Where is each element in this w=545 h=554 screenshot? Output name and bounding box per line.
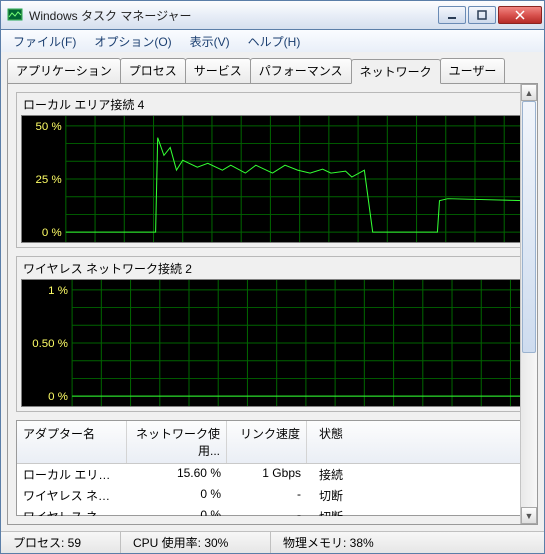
window-controls	[438, 6, 542, 24]
cell-state: 切断	[307, 485, 528, 506]
cell-util: 15.60 %	[127, 464, 227, 485]
status-cpu: CPU 使用率: 30%	[121, 532, 271, 553]
trace-lan	[66, 138, 523, 233]
scrollbar-vertical[interactable]: ▲ ▼	[520, 84, 537, 524]
graph-group-wifi: ワイヤレス ネットワーク接続 2 1 % 0.50 % 0 %	[16, 256, 529, 412]
ytick: 0.50 %	[32, 338, 68, 350]
scroll-track[interactable]	[521, 101, 537, 507]
cell-name: ローカル エリア接...	[17, 464, 127, 485]
minimize-button[interactable]	[438, 6, 466, 24]
col-util[interactable]: ネットワーク使用...	[127, 421, 227, 463]
adapter-listview[interactable]: アダプター名 ネットワーク使用... リンク速度 状態 ローカル エリア接...…	[16, 420, 529, 516]
cell-state: 接続	[307, 464, 528, 485]
ytick: 0 %	[42, 227, 62, 239]
titlebar: Windows タスク マネージャー	[0, 0, 545, 30]
tab-applications[interactable]: アプリケーション	[7, 58, 121, 83]
graph-lan: 50 % 25 % 0 %	[21, 115, 524, 243]
tab-users[interactable]: ユーザー	[440, 58, 506, 83]
status-processes: プロセス: 59	[1, 532, 121, 553]
table-row[interactable]: ワイヤレス ネット... 0 % - 切断	[17, 506, 528, 516]
graph-wifi: 1 % 0.50 % 0 %	[21, 279, 524, 407]
status-mem: 物理メモリ: 38%	[271, 532, 544, 553]
lv-body: ローカル エリア接... 15.60 % 1 Gbps 接続 ワイヤレス ネット…	[17, 464, 528, 516]
lv-header: アダプター名 ネットワーク使用... リンク速度 状態	[17, 421, 528, 464]
tab-row: アプリケーション プロセス サービス パフォーマンス ネットワーク ユーザー	[1, 52, 544, 83]
cell-state: 切断	[307, 506, 528, 516]
graph-group-lan: ローカル エリア接続 4 50 % 25 % 0 %	[16, 92, 529, 248]
app-icon	[7, 7, 23, 23]
statusbar: プロセス: 59 CPU 使用率: 30% 物理メモリ: 38%	[1, 531, 544, 553]
graph-title-lan: ローカル エリア接続 4	[23, 96, 524, 113]
menu-view[interactable]: 表示(V)	[182, 31, 238, 52]
graph-title-wifi: ワイヤレス ネットワーク接続 2	[23, 260, 524, 277]
ytick: 0 %	[48, 391, 68, 403]
client-area: アプリケーション プロセス サービス パフォーマンス ネットワーク ユーザー ロ…	[0, 52, 545, 554]
ytick: 50 %	[36, 121, 62, 133]
cell-speed: -	[227, 485, 307, 506]
cell-name: ワイヤレス ネット...	[17, 485, 127, 506]
menu-file[interactable]: ファイル(F)	[5, 31, 84, 52]
tab-services[interactable]: サービス	[185, 58, 251, 83]
table-row[interactable]: ローカル エリア接... 15.60 % 1 Gbps 接続	[17, 464, 528, 485]
table-row[interactable]: ワイヤレス ネット... 0 % - 切断	[17, 485, 528, 506]
col-state[interactable]: 状態	[307, 421, 528, 463]
tab-processes[interactable]: プロセス	[120, 58, 186, 83]
ytick: 25 %	[36, 174, 62, 186]
menu-help[interactable]: ヘルプ(H)	[240, 31, 309, 52]
col-speed[interactable]: リンク速度	[227, 421, 307, 463]
scroll-down-button[interactable]: ▼	[521, 507, 537, 524]
tab-body: ローカル エリア接続 4 50 % 25 % 0 %	[7, 83, 538, 525]
scroll-up-button[interactable]: ▲	[521, 84, 537, 101]
scroll-thumb[interactable]	[522, 101, 536, 353]
close-button[interactable]	[498, 6, 542, 24]
cell-speed: 1 Gbps	[227, 464, 307, 485]
cell-util: 0 %	[127, 506, 227, 516]
ytick: 1 %	[48, 285, 68, 297]
tab-performance[interactable]: パフォーマンス	[250, 58, 352, 83]
cell-speed: -	[227, 506, 307, 516]
cell-util: 0 %	[127, 485, 227, 506]
maximize-button[interactable]	[468, 6, 496, 24]
window-title: Windows タスク マネージャー	[29, 7, 438, 24]
tab-networking[interactable]: ネットワーク	[351, 59, 441, 84]
menubar: ファイル(F) オプション(O) 表示(V) ヘルプ(H)	[0, 30, 545, 52]
cell-name: ワイヤレス ネット...	[17, 506, 127, 516]
menu-options[interactable]: オプション(O)	[86, 31, 179, 52]
col-name[interactable]: アダプター名	[17, 421, 127, 463]
